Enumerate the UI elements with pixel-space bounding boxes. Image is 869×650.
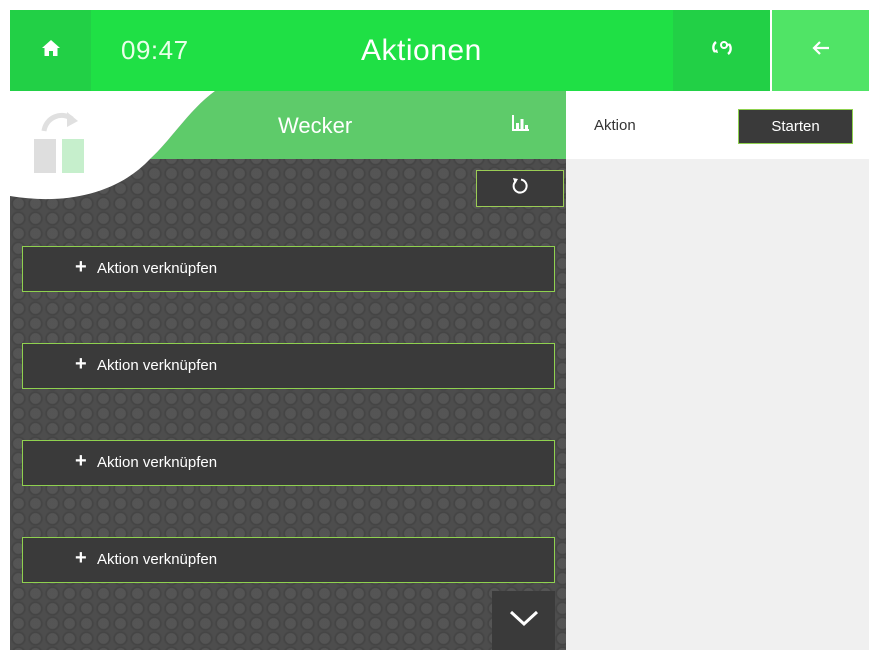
- reload-icon: [511, 177, 529, 200]
- reload-button[interactable]: [476, 170, 564, 207]
- plus-icon: +: [75, 353, 87, 375]
- link-action-label: Aktion verknüpfen: [97, 260, 218, 277]
- gear-icon: [711, 38, 733, 63]
- chevron-down-icon: [509, 609, 539, 632]
- arrow-left-icon: [811, 40, 830, 61]
- action-detail-header: Aktion Starten: [566, 91, 869, 159]
- link-action-label: Aktion verknüpfen: [97, 551, 218, 568]
- link-action-button-2[interactable]: + Aktion verknüpfen: [22, 343, 555, 389]
- link-action-button-3[interactable]: + Aktion verknüpfen: [22, 440, 555, 486]
- action-detail-panel: Aktion Starten: [566, 91, 869, 650]
- link-action-button-4[interactable]: + Aktion verknüpfen: [22, 537, 555, 583]
- title-bar: 09:47 Aktionen: [91, 10, 673, 91]
- home-icon: [41, 39, 61, 62]
- clock-time: 09:47: [121, 35, 189, 65]
- settings-button[interactable]: [673, 10, 770, 91]
- link-action-button-1[interactable]: + Aktion verknüpfen: [22, 246, 555, 292]
- dashboard-switch-logo: [32, 109, 88, 178]
- bar-chart-icon: [511, 114, 531, 137]
- plus-icon: +: [75, 450, 87, 472]
- page-title: Aktionen: [361, 34, 482, 67]
- top-bar: 09:47 Aktionen: [10, 10, 869, 91]
- action-list-panel: Wecker + Aktion verknüpfen + Aktion verk…: [10, 91, 566, 650]
- link-action-label: Aktion verknüpfen: [97, 357, 218, 374]
- panel-title: Wecker: [278, 113, 353, 138]
- start-button[interactable]: Starten: [738, 109, 853, 144]
- back-button[interactable]: [772, 10, 869, 91]
- home-button[interactable]: [10, 10, 91, 91]
- plus-icon: +: [75, 256, 87, 278]
- plus-icon: +: [75, 547, 87, 569]
- action-caption: Aktion: [594, 117, 636, 134]
- scroll-down-button[interactable]: [492, 591, 555, 650]
- chart-button[interactable]: [476, 91, 566, 159]
- link-action-label: Aktion verknüpfen: [97, 454, 218, 471]
